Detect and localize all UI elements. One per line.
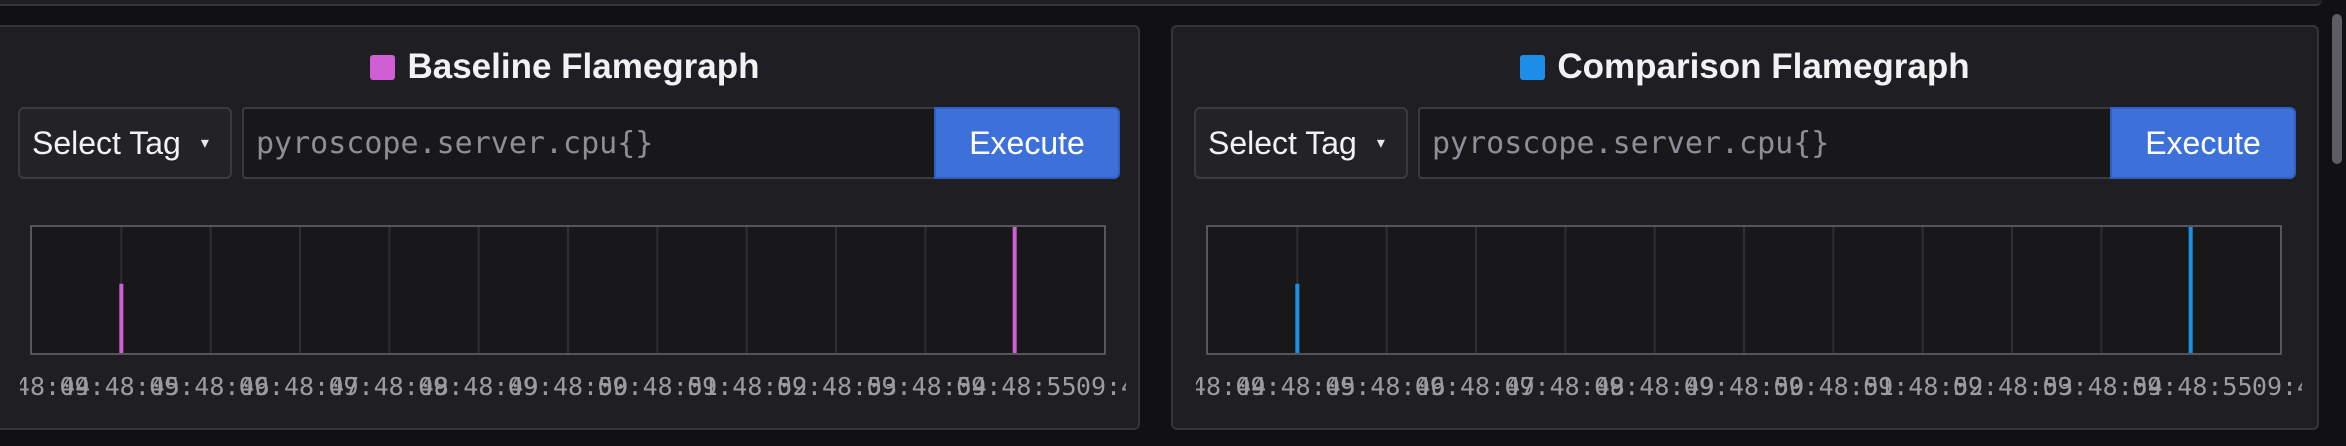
baseline-color-swatch (370, 54, 396, 80)
comparison-select-tag-dropdown[interactable]: Select Tag ▾ (1194, 107, 1408, 179)
x-tick-label: 09:48:55 (2132, 372, 2253, 401)
page-scrollbar[interactable] (2328, 0, 2346, 446)
comparison-timeline-svg (1295, 227, 2193, 353)
baseline-x-axis: 09:48:4409:48:4509:48:4609:48:4709:48:48… (20, 372, 1126, 412)
comparison-panel: Comparison Flamegraph Select Tag ▾ Execu… (1171, 25, 2319, 430)
scrollbar-thumb[interactable] (2332, 14, 2342, 164)
x-tick-label: 09:4 (1075, 372, 1126, 401)
x-tick-label: 09:48:55 (956, 372, 1077, 401)
comparison-timeline-chart[interactable] (1206, 225, 2282, 355)
comparison-title-text: Comparison Flamegraph (1557, 47, 1970, 86)
comparison-query-input[interactable] (1418, 107, 2114, 179)
select-tag-label: Select Tag (32, 124, 181, 161)
baseline-execute-button[interactable]: Execute (934, 107, 1120, 179)
comparison-title: Comparison Flamegraph (1173, 47, 2317, 87)
chevron-down-icon: ▾ (1376, 135, 1385, 152)
top-panel-edge (0, 0, 2322, 6)
comparison-color-swatch (1520, 54, 1546, 80)
x-tick-label: 09:4 (2251, 372, 2302, 401)
baseline-timeline-chart[interactable] (30, 225, 1106, 355)
comparison-x-axis: 09:48:4409:48:4509:48:4609:48:4709:48:48… (1196, 372, 2302, 412)
baseline-title-text: Baseline Flamegraph (407, 47, 760, 86)
baseline-panel: Baseline Flamegraph Select Tag ▾ Execute… (0, 25, 1140, 430)
chevron-down-icon: ▾ (200, 135, 209, 152)
baseline-select-tag-dropdown[interactable]: Select Tag ▾ (18, 107, 232, 179)
baseline-title: Baseline Flamegraph (0, 47, 1138, 87)
select-tag-label: Select Tag (1208, 124, 1357, 161)
baseline-timeline-svg (119, 227, 1017, 353)
baseline-query-input[interactable] (242, 107, 938, 179)
comparison-execute-button[interactable]: Execute (2110, 107, 2296, 179)
